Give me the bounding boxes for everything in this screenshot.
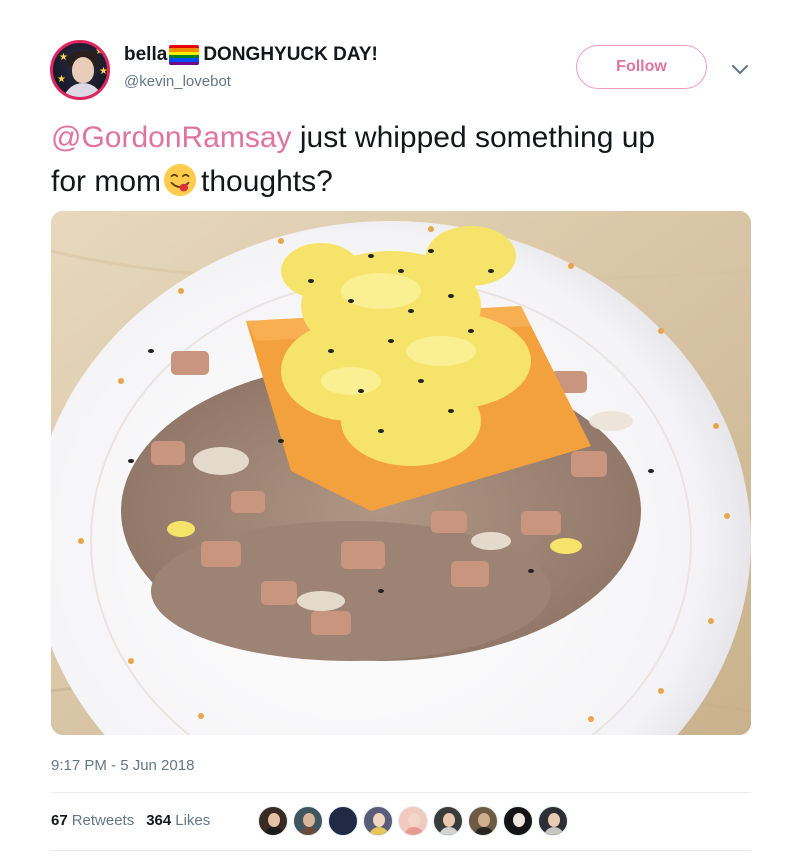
avatar[interactable]: ★ ★ ★ ★ [50, 40, 110, 100]
retweets-count: 67 [51, 812, 68, 829]
liker-avatar[interactable] [363, 806, 393, 836]
liker-avatar-body [404, 827, 424, 835]
liker-avatar-body [544, 827, 564, 835]
liker-avatar-body [299, 827, 319, 835]
avatar-body [63, 83, 103, 97]
liker-avatar[interactable] [328, 806, 358, 836]
liker-avatar-face [513, 813, 525, 827]
tweet-card: ★ ★ ★ ★ bella DONGHYUCK DAY! @kevin_love… [0, 0, 797, 857]
tweet-stats: 67 Retweets 364 Likes [51, 812, 210, 829]
liker-avatars [258, 806, 568, 838]
liker-avatar-face [408, 813, 420, 827]
tweet-text-part: just whipped something up [299, 121, 656, 154]
rainbow-flag-icon [169, 45, 200, 65]
tweet-text-line-2: for mom thoughts? [51, 160, 771, 204]
liker-avatar-face [338, 813, 350, 827]
retweets-stat[interactable]: 67 Retweets [51, 812, 134, 829]
star-icon: ★ [95, 46, 104, 57]
display-name-prefix: bella [124, 44, 168, 65]
liker-avatar[interactable] [293, 806, 323, 836]
liker-avatar[interactable] [538, 806, 568, 836]
divider [51, 792, 751, 793]
tweet-text-line-1: @GordonRamsay just whipped something up [51, 116, 771, 160]
likes-label: Likes [175, 812, 211, 829]
tweet-photo[interactable] [51, 211, 751, 735]
display-name-suffix: DONGHYUCK DAY! [203, 44, 378, 65]
tweet-text: @GordonRamsay just whipped something up … [51, 116, 771, 204]
food-plate-image [51, 211, 751, 735]
star-icon: ★ [59, 52, 68, 63]
likes-stat[interactable]: 364 Likes [146, 812, 210, 829]
liker-avatar[interactable] [398, 806, 428, 836]
liker-avatar[interactable] [258, 806, 288, 836]
liker-avatar-body [264, 827, 284, 835]
liker-avatar-body [334, 827, 354, 835]
display-name[interactable]: bella DONGHYUCK DAY! [124, 44, 378, 66]
liker-avatar[interactable] [433, 806, 463, 836]
liker-avatar-face [373, 813, 385, 827]
liker-avatar-face [443, 813, 455, 827]
retweets-label: Retweets [71, 812, 135, 829]
liker-avatar-face [303, 813, 315, 827]
liker-avatar[interactable] [468, 806, 498, 836]
tweet-text-part: for mom [51, 165, 162, 198]
liker-avatar-body [439, 827, 459, 835]
chevron-down-icon[interactable] [730, 62, 750, 76]
liker-avatar-face [268, 813, 280, 827]
liker-avatar-body [474, 827, 494, 835]
mention-link[interactable]: @GordonRamsay [51, 121, 292, 154]
liker-avatar-face [478, 813, 490, 827]
star-icon: ★ [99, 66, 108, 77]
avatar-face [72, 57, 94, 83]
divider [51, 850, 751, 851]
likes-count: 364 [146, 812, 172, 829]
star-icon: ★ [57, 74, 66, 85]
liker-avatar-body [369, 827, 389, 835]
tweet-timestamp[interactable]: 9:17 PM - 5 Jun 2018 [51, 757, 194, 774]
user-handle[interactable]: @kevin_lovebot [124, 73, 231, 90]
follow-button[interactable]: Follow [576, 45, 707, 89]
liker-avatar-face [548, 813, 560, 827]
liker-avatar-body [509, 827, 529, 835]
tweet-text-part: thoughts? [201, 165, 333, 198]
liker-avatar[interactable] [503, 806, 533, 836]
savoring-food-emoji-icon [163, 163, 197, 197]
